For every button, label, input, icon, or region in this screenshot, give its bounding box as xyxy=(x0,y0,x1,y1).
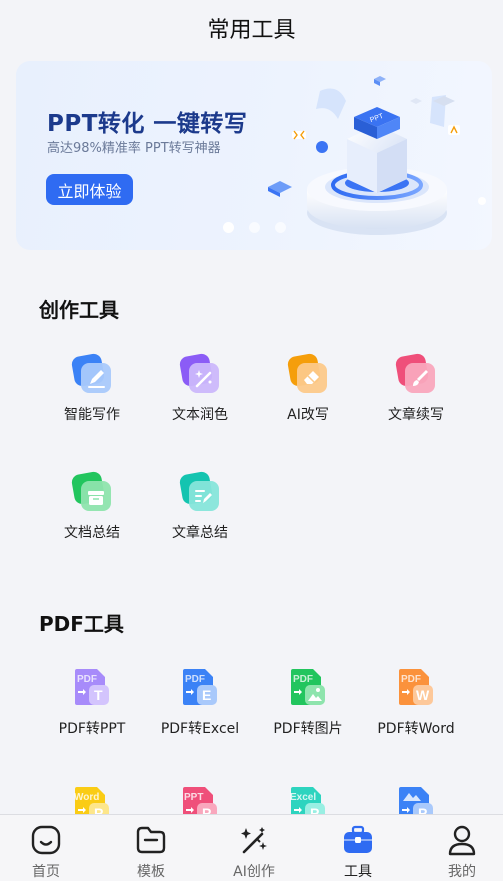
tool-label: 智能写作 xyxy=(64,407,120,423)
tool-text-polish[interactable]: 文本润色 xyxy=(146,353,254,433)
banner-title: PPT转化 一键转写 xyxy=(47,111,248,137)
tab-label: AI创作 xyxy=(233,864,275,880)
page-title: 常用工具 xyxy=(207,18,296,43)
tool-pdf-to-excel[interactable]: PDF E PDF转Excel xyxy=(146,667,254,747)
tool-doc-summary[interactable]: 文档总结 xyxy=(38,471,146,551)
tab-ai-create[interactable]: AI创作 xyxy=(204,815,304,881)
tool-label: PDF转Excel xyxy=(160,721,240,737)
ai-wand-icon xyxy=(241,827,267,854)
carousel-dot-1[interactable] xyxy=(223,222,234,233)
pencil-icon xyxy=(71,353,111,393)
bottom-tab-bar: 首页 模板 AI创作 工具 我的 xyxy=(0,814,503,881)
pdf-to-word-icon: PDF W xyxy=(399,669,433,705)
tab-label: 我的 xyxy=(448,864,476,880)
tool-label: PDF转PPT xyxy=(58,721,126,737)
source-tag-text: PPT xyxy=(184,792,203,803)
pdf-to-image-icon: PDF xyxy=(291,669,325,705)
tab-label: 模板 xyxy=(137,864,165,880)
pdf-to-excel-icon: PDF E xyxy=(183,669,217,705)
banner-subtitle: 高达98%精准率 PPT转写神器 xyxy=(47,141,221,156)
tool-label: 文本润色 xyxy=(172,407,228,423)
toolbox-icon xyxy=(344,825,372,853)
tab-home[interactable]: 首页 xyxy=(0,815,96,881)
carousel-indicator xyxy=(0,222,503,234)
pdf-to-ppt-icon: PDF T xyxy=(75,669,109,705)
pdf-tag-text: PDF xyxy=(293,674,313,685)
source-tag-text: Excel xyxy=(290,792,316,803)
carousel-dot-3[interactable] xyxy=(275,222,286,233)
magic-wand-icon xyxy=(179,353,219,393)
folder-icon xyxy=(136,826,166,854)
pdf-tools-title: PDF工具 xyxy=(39,612,124,636)
tool-label: 文章续写 xyxy=(388,407,444,423)
pdf-target-letter: T xyxy=(94,687,103,703)
creation-tools-title: 创作工具 xyxy=(39,298,119,322)
try-now-button[interactable]: 立即体验 xyxy=(46,174,133,205)
pdf-target-letter: W xyxy=(416,687,430,703)
pdf-tag-text: PDF xyxy=(77,674,97,685)
archive-icon xyxy=(71,471,111,511)
tool-label: PDF转Word xyxy=(377,721,455,737)
pdf-tag-text: PDF xyxy=(401,674,421,685)
tool-label: 文章总结 xyxy=(172,525,228,541)
tab-tools[interactable]: 工具 xyxy=(308,815,408,881)
tool-label: 文档总结 xyxy=(64,525,120,541)
carousel-dot-2[interactable] xyxy=(249,222,260,233)
tab-label: 首页 xyxy=(32,864,60,880)
brush-icon xyxy=(395,353,435,393)
tool-article-summary[interactable]: 文章总结 xyxy=(146,471,254,551)
tool-pdf-to-ppt[interactable]: PDF T PDF转PPT xyxy=(38,667,146,747)
source-tag-text: Word xyxy=(74,792,99,803)
tool-pdf-to-word[interactable]: PDF W PDF转Word xyxy=(362,667,470,747)
tool-ai-rewrite[interactable]: AI改写 xyxy=(254,353,362,433)
tool-label: AI改写 xyxy=(287,407,329,423)
edit-list-icon xyxy=(179,471,219,511)
tab-profile[interactable]: 我的 xyxy=(412,815,503,881)
tool-pdf-to-image[interactable]: PDF PDF转图片 xyxy=(254,667,362,747)
tab-label: 工具 xyxy=(344,864,372,880)
tool-continue-writing[interactable]: 文章续写 xyxy=(362,353,470,433)
tool-label: PDF转图片 xyxy=(273,721,343,737)
tab-templates[interactable]: 模板 xyxy=(101,815,201,881)
tool-smart-writing[interactable]: 智能写作 xyxy=(38,353,146,433)
pdf-target-letter: E xyxy=(202,687,211,703)
home-icon xyxy=(31,825,61,855)
profile-icon xyxy=(448,825,476,856)
pdf-tag-text: PDF xyxy=(185,674,205,685)
eraser-icon xyxy=(287,353,327,393)
